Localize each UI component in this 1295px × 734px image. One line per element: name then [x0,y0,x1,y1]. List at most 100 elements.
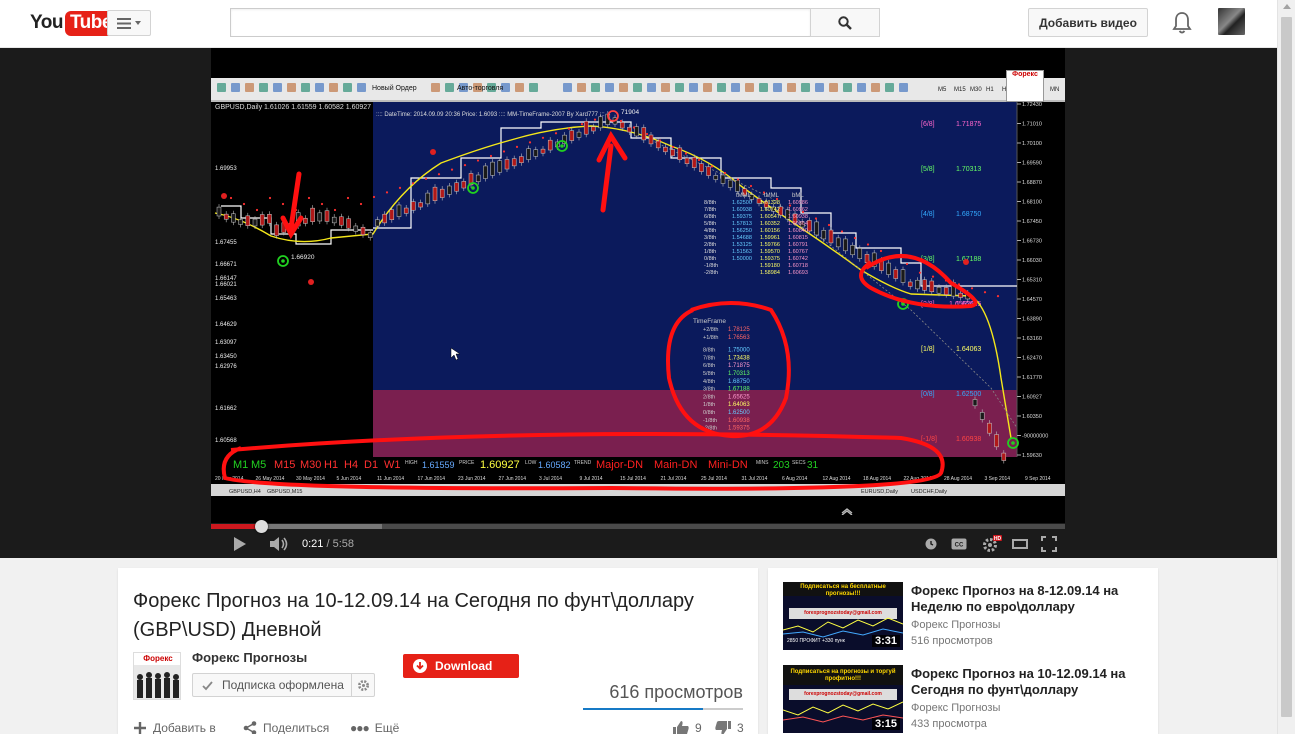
signal-dot [671,145,675,149]
timeframe-row-value: 1.62500 [728,410,750,416]
add-to-button[interactable]: Добавить в [133,721,216,734]
thumbs-up-icon [673,721,689,734]
related-video-item[interactable]: Подписаться на бесплатные прогнозы!!! fo… [783,582,1143,652]
related-thumbnail[interactable]: Подписаться на прогнозы и торгуй профитн… [783,665,903,733]
mml-cell: 1.53125 [732,242,752,248]
price-tick-label: 1.70100 [1022,141,1042,147]
download-button[interactable]: Download [403,654,519,678]
signal-dot [749,184,753,188]
captions-button[interactable]: CC [950,535,968,553]
expand-controls-button[interactable] [832,504,862,518]
more-button[interactable]: ●●● Ещё [350,721,399,734]
subscription-settings-button[interactable] [351,674,374,696]
candlestick [655,140,661,149]
candlestick [886,262,891,275]
murrey-level-label: [4/8] [921,211,935,218]
account-avatar[interactable] [1218,8,1245,35]
murrey-level-label: [0/8] [921,391,935,398]
guide-menu-button[interactable] [107,10,151,36]
candlestick [821,230,827,240]
progress-bar[interactable] [211,520,1065,533]
channel-avatar[interactable]: Форекс [133,652,181,700]
video-player[interactable]: M5M15M30H1H4D1W1MN1.724301.710101.701001… [0,48,1277,558]
view-count: 616 просмотров [609,682,743,702]
mml-cell: 1.60962 [788,207,808,213]
candlestick [238,219,243,225]
search-icon [838,15,852,30]
signal-dot [554,132,558,135]
settings-button[interactable]: HD [981,535,1003,553]
related-channel[interactable]: Форекс Прогнозы [911,702,1000,714]
video-title: Форекс Прогноз на 10-12.09.14 на Сегодня… [133,590,694,641]
candlestick [735,180,740,192]
toolbar-icon [431,83,440,92]
related-channel[interactable]: Форекс Прогнозы [911,619,1000,631]
timeframe-row-value: 1.60938 [728,418,750,424]
candlestick [346,218,351,229]
timeframe-row-value: 1.78125 [728,327,750,333]
youtube-logo[interactable]: You Tube [30,10,117,36]
search-button[interactable] [810,8,880,37]
candlestick [396,204,402,217]
volume-button[interactable] [268,535,290,553]
watch-later-button[interactable] [924,535,938,553]
upload-button[interactable]: Добавить видео [1028,8,1148,37]
candlestick [490,161,495,176]
related-views: 433 просмотра [911,718,987,730]
video-frame[interactable]: M5M15M30H1H4D1W1MN1.724301.710101.701001… [211,48,1065,523]
related-thumbnail[interactable]: Подписаться на бесплатные прогнозы!!! fo… [783,582,903,650]
price-tick-label: 1.68870 [1022,180,1042,186]
timeframe-row-value: 1.75000 [728,348,750,354]
play-button[interactable] [231,535,249,553]
timeframe-row-label: 8/8th [703,348,715,354]
candlestick [569,130,575,141]
notifications-bell-icon[interactable] [1170,10,1194,36]
scroll-thumb[interactable] [1281,17,1292,717]
panel-label: TREND [574,460,592,466]
mml-cell: 1.60791 [788,242,808,248]
search-input[interactable] [230,8,811,37]
mml-cell: 4/8th [704,228,716,234]
like-button[interactable]: 9 [673,721,702,734]
subscribe-button[interactable]: Подписка оформлена [192,673,375,697]
candlestick [850,245,855,256]
related-title[interactable]: Форекс Прогноз на 8-12.09.14 на Неделю п… [911,583,1141,615]
panel-label: PRICE [459,460,475,466]
candlestick [857,248,863,259]
theater-mode-button[interactable] [1012,535,1028,553]
mml-header: tMML [764,193,780,199]
related-video-item[interactable]: Подписаться на прогнозы и торгуй профитн… [783,665,1143,734]
related-title[interactable]: Форекс Прогноз на 10-12.09.14 на Сегодня… [911,666,1141,698]
scroll-up-arrow-icon[interactable] [1283,4,1291,9]
mml-cell: 8/8th [704,200,716,206]
page-scrollbar[interactable] [1277,0,1295,734]
candlestick [727,179,733,188]
candlestick [439,188,445,198]
candlestick [987,422,992,434]
left-price-label: 1.60568 [215,438,237,444]
toolbar-icon [759,83,768,92]
toolbar-icon [591,83,600,92]
signal-dot [489,154,493,158]
mml-cell: 1.51563 [732,249,752,255]
signal-dot [632,126,636,129]
fullscreen-icon [1041,536,1057,552]
price-value: 1.60927 [480,459,520,471]
candlestick [216,206,222,217]
candlestick [958,292,963,298]
signal-dot [333,208,337,212]
channel-name[interactable]: Форекс Прогнозы [192,650,307,665]
candlestick [483,165,488,179]
logo-you-text: You [30,12,63,33]
video-info-card: Форекс Прогноз на 10-12.09.14 на Сегодня… [118,568,758,734]
signal-dot [242,202,246,206]
share-button[interactable]: Поделиться [243,721,329,734]
timeframe-row-label: 4/8th [703,379,715,385]
mml-cell: 1.61328 [760,200,780,206]
candlestick [231,213,236,223]
candlestick [389,209,395,220]
add-to-label: Добавить в [153,721,216,734]
fullscreen-button[interactable] [1040,535,1058,553]
trend-label: Main-DN [654,459,697,471]
dislike-button[interactable]: 3 [715,721,744,734]
